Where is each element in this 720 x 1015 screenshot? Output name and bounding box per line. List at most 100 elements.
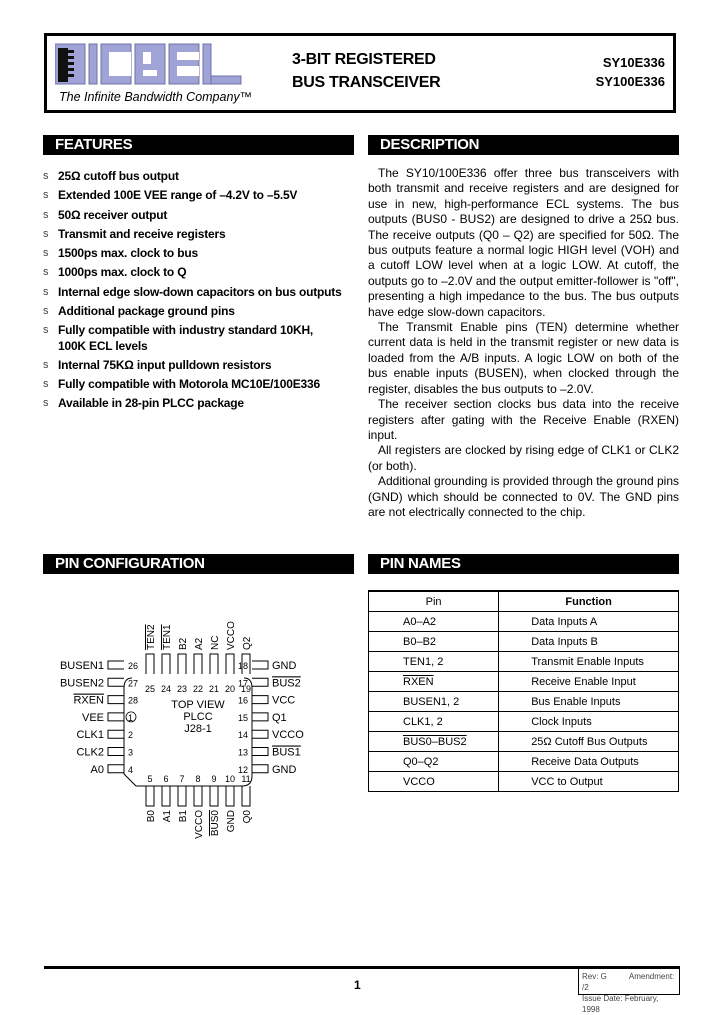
pin-name: Q0 <box>242 810 253 824</box>
pin-cell: A0–A2 <box>367 611 500 632</box>
table-row: TEN1, 2 Transmit Enable Inputs <box>367 651 679 672</box>
feature-item: s Internal edge slow-down capacitors on b… <box>43 283 363 302</box>
description-paragraph: The SY10/100E336 offer three bus transce… <box>368 166 679 319</box>
pin-number: 14 <box>238 730 248 740</box>
pin-number: 27 <box>128 678 138 688</box>
pin-cell: CLK1, 2 <box>367 711 500 732</box>
pin-name: VEE <box>82 712 104 724</box>
table-row: A0–A2 Data Inputs A <box>367 611 679 632</box>
micrel-wordmark-icon <box>55 43 242 85</box>
document-header: The Infinite Bandwidth Company™ 3-BIT RE… <box>44 33 676 113</box>
pin-number: 24 <box>161 684 171 694</box>
pin-number: 28 <box>128 696 138 706</box>
pin-lead <box>252 677 269 687</box>
pin-cell: BUS0–BUS2 <box>367 731 500 752</box>
pin-name: A0 <box>91 764 104 776</box>
pin-lead <box>107 712 124 722</box>
description-paragraph: The Transmit Enable pins (TEN) determine… <box>368 320 679 396</box>
pin-number: 26 <box>128 661 138 671</box>
pin-lead <box>252 729 269 739</box>
function-cell: Receive Data Outputs <box>498 751 679 772</box>
function-cell: Data Inputs B <box>498 631 679 652</box>
plcc-pin-diagram: TOP VIEWPLCCJ28-125TEN224TEN123B222A221N… <box>60 621 304 839</box>
feature-item: s 25Ω cutoff bus output <box>43 167 363 186</box>
pin-name: BUS1 <box>272 747 301 759</box>
pin-name: BUS2 <box>272 677 301 689</box>
bullet-icon: s <box>43 285 49 298</box>
bullet-icon: s <box>43 397 49 410</box>
doc-title-line1: 3-BIT REGISTERED <box>292 51 436 68</box>
feature-item: s Available in 28-pin PLCC package <box>43 394 363 413</box>
features-heading: FEATURES <box>43 135 354 155</box>
pin-number: 16 <box>238 696 248 706</box>
feature-item: s 1500ps max. clock to bus <box>43 244 363 263</box>
feature-item: s 1000ps max. clock to Q <box>43 263 363 282</box>
company-tagline: The Infinite Bandwidth Company™ <box>59 90 253 104</box>
pin-name: BUSEN2 <box>60 677 104 689</box>
function-cell: Transmit Enable Inputs <box>498 651 679 672</box>
pin-name: TEN2 <box>146 624 157 650</box>
pin-lead <box>145 653 155 674</box>
feature-item: s 50Ω receiver output <box>43 206 363 225</box>
pin-lead <box>107 729 124 739</box>
pin-number: 8 <box>195 774 200 784</box>
feature-text: 25Ω cutoff bus output <box>58 169 179 183</box>
pin-name: Q1 <box>272 712 287 724</box>
bullet-icon: s <box>43 189 49 202</box>
pin-number: 13 <box>238 748 248 758</box>
pin-name: CLK1 <box>76 729 104 741</box>
feature-text: Internal edge slow-down capacitors on bu… <box>58 284 342 299</box>
pin-name: BUS0 <box>210 810 221 837</box>
pin-name: VCCO <box>194 810 205 839</box>
pin-lead <box>252 747 269 756</box>
pin-number: 21 <box>209 684 219 694</box>
pin-number: 3 <box>128 748 133 758</box>
pin-name: GND <box>272 764 297 776</box>
pin-name: VCCO <box>226 621 237 650</box>
pin-lead <box>252 764 269 774</box>
pin-cell: BUSEN1, 2 <box>367 691 500 712</box>
pin-lead <box>107 747 124 756</box>
pin-lead <box>241 786 251 807</box>
function-cell: Bus Enable Inputs <box>498 691 679 712</box>
pin-number: 2 <box>128 730 133 740</box>
pin-number: 6 <box>163 774 168 784</box>
feature-text: 1500ps max. clock to bus <box>58 246 198 261</box>
pin-number: 23 <box>177 684 187 694</box>
pin-name: B1 <box>178 810 189 823</box>
pin-lead <box>193 786 203 807</box>
feature-text: Fully compatible with Motorola MC10E/100… <box>58 376 320 391</box>
table-header-row: Pin Function <box>367 590 679 612</box>
function-cell: 25Ω Cutoff Bus Outputs <box>498 731 679 752</box>
feature-text-continuation: 100K ECL levels <box>58 338 148 353</box>
description-paragraph: The receiver section clocks bus data int… <box>368 397 679 442</box>
description-heading: DESCRIPTION <box>368 135 679 155</box>
pin-names-heading: PIN NAMES <box>368 554 679 574</box>
pin-name: B2 <box>178 637 189 650</box>
pin-name: TEN1 <box>162 624 173 650</box>
pin-lead <box>252 660 269 670</box>
feature-item: s Fully compatible with Motorola MC10E/10… <box>43 375 363 394</box>
pin-number: 7 <box>179 774 184 784</box>
pin-lead <box>252 712 269 722</box>
pin-number: 11 <box>241 774 250 784</box>
pin-number: 15 <box>238 713 248 723</box>
pin-lead <box>107 695 124 705</box>
bullet-icon: s <box>43 170 49 182</box>
bullet-icon: s <box>43 227 49 240</box>
pin-lead <box>107 677 124 687</box>
pin-name: NC <box>210 636 221 650</box>
feature-text: 50Ω receiver output <box>58 207 168 222</box>
pin-number: 12 <box>238 765 248 775</box>
revision-box: Rev: G Amendment: /2 Issue Date: February… <box>578 968 680 1014</box>
doc-title-line2: BUS TRANSCEIVER <box>292 74 441 91</box>
feature-text: Fully compatible with industry standard … <box>58 323 314 338</box>
function-cell: Receive Enable Input <box>498 671 679 692</box>
pin-lead <box>107 660 124 670</box>
package-label: J28-1 <box>184 723 212 735</box>
pin-name: BUSEN1 <box>60 660 104 672</box>
pin-lead <box>107 764 124 774</box>
part-number-2: SY100E336 <box>595 74 665 89</box>
function-cell: VCC to Output <box>498 771 679 792</box>
table-row: BUSEN1, 2 Bus Enable Inputs <box>367 691 679 712</box>
